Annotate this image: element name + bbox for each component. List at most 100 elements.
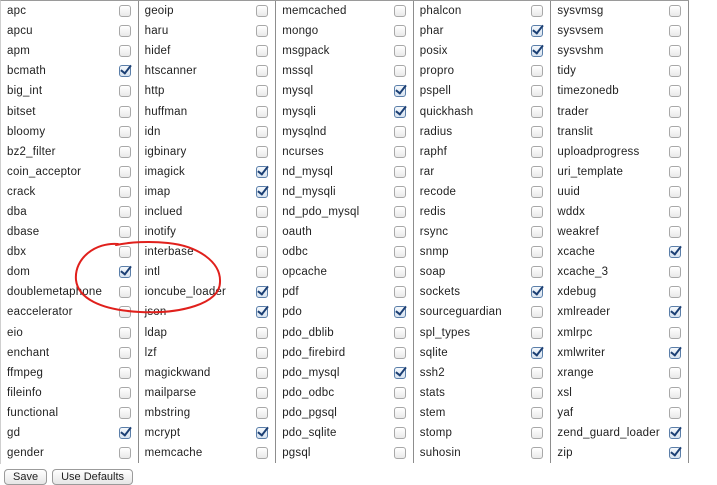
extension-checkbox-inclued[interactable] xyxy=(256,205,269,218)
extension-checkbox-interbase[interactable] xyxy=(256,246,269,259)
extension-checkbox-mailparse[interactable] xyxy=(256,386,269,399)
extension-checkbox-recode[interactable] xyxy=(531,185,544,198)
extension-checkbox-yaf[interactable] xyxy=(668,406,681,419)
extension-checkbox-mysql[interactable] xyxy=(393,85,406,98)
extension-checkbox-doublemetaphone[interactable] xyxy=(118,286,131,299)
extension-checkbox-sourceguardian[interactable] xyxy=(531,306,544,319)
extension-checkbox-dom[interactable] xyxy=(118,266,131,279)
extension-checkbox-dbase[interactable] xyxy=(118,226,131,239)
extension-checkbox-mcrypt[interactable] xyxy=(256,427,269,440)
extension-checkbox-imagick[interactable] xyxy=(256,165,269,178)
extension-checkbox-stats[interactable] xyxy=(531,386,544,399)
extension-checkbox-xcache[interactable] xyxy=(668,246,681,259)
extension-checkbox-coin_acceptor[interactable] xyxy=(118,165,131,178)
extension-checkbox-mongo[interactable] xyxy=(393,25,406,38)
extension-checkbox-redis[interactable] xyxy=(531,205,544,218)
extension-checkbox-phar[interactable] xyxy=(531,25,544,38)
extension-checkbox-sysvmsg[interactable] xyxy=(668,5,681,18)
extension-checkbox-xmlwriter[interactable] xyxy=(668,346,681,359)
extension-checkbox-big_int[interactable] xyxy=(118,85,131,98)
extension-checkbox-crack[interactable] xyxy=(118,185,131,198)
extension-checkbox-inotify[interactable] xyxy=(256,226,269,239)
extension-checkbox-gender[interactable] xyxy=(118,447,131,460)
extension-checkbox-oauth[interactable] xyxy=(393,226,406,239)
extension-checkbox-suhosin[interactable] xyxy=(531,447,544,460)
extension-checkbox-sqlite[interactable] xyxy=(531,346,544,359)
extension-checkbox-uri_template[interactable] xyxy=(668,165,681,178)
extension-checkbox-idn[interactable] xyxy=(256,125,269,138)
extension-checkbox-xrange[interactable] xyxy=(668,366,681,379)
extension-checkbox-magickwand[interactable] xyxy=(256,366,269,379)
extension-checkbox-tidy[interactable] xyxy=(668,65,681,78)
extension-checkbox-trader[interactable] xyxy=(668,105,681,118)
extension-checkbox-uuid[interactable] xyxy=(668,185,681,198)
extension-checkbox-ncurses[interactable] xyxy=(393,145,406,158)
extension-checkbox-bz2_filter[interactable] xyxy=(118,145,131,158)
extension-checkbox-pdo_firebird[interactable] xyxy=(393,346,406,359)
extension-checkbox-apc[interactable] xyxy=(118,5,131,18)
extension-checkbox-pdo[interactable] xyxy=(393,306,406,319)
extension-checkbox-memcached[interactable] xyxy=(393,5,406,18)
extension-checkbox-json[interactable] xyxy=(256,306,269,319)
extension-checkbox-pdo_pgsql[interactable] xyxy=(393,406,406,419)
extension-checkbox-http[interactable] xyxy=(256,85,269,98)
extension-checkbox-haru[interactable] xyxy=(256,25,269,38)
extension-checkbox-fileinfo[interactable] xyxy=(118,386,131,399)
extension-checkbox-xmlrpc[interactable] xyxy=(668,326,681,339)
extension-checkbox-functional[interactable] xyxy=(118,406,131,419)
extension-checkbox-soap[interactable] xyxy=(531,266,544,279)
extension-checkbox-ssh2[interactable] xyxy=(531,366,544,379)
extension-checkbox-phalcon[interactable] xyxy=(531,5,544,18)
extension-checkbox-rsync[interactable] xyxy=(531,226,544,239)
extension-checkbox-opcache[interactable] xyxy=(393,266,406,279)
extension-checkbox-rar[interactable] xyxy=(531,165,544,178)
extension-checkbox-mysqlnd[interactable] xyxy=(393,125,406,138)
extension-checkbox-apm[interactable] xyxy=(118,45,131,58)
extension-checkbox-nd_pdo_mysql[interactable] xyxy=(393,205,406,218)
extension-checkbox-propro[interactable] xyxy=(531,65,544,78)
extension-checkbox-uploadprogress[interactable] xyxy=(668,145,681,158)
extension-checkbox-stomp[interactable] xyxy=(531,427,544,440)
extension-checkbox-apcu[interactable] xyxy=(118,25,131,38)
extension-checkbox-zend_guard_loader[interactable] xyxy=(668,427,681,440)
extension-checkbox-bcmath[interactable] xyxy=(118,65,131,78)
extension-checkbox-dba[interactable] xyxy=(118,205,131,218)
extension-checkbox-pdo_dblib[interactable] xyxy=(393,326,406,339)
extension-checkbox-dbx[interactable] xyxy=(118,246,131,259)
extension-checkbox-raphf[interactable] xyxy=(531,145,544,158)
extension-checkbox-pgsql[interactable] xyxy=(393,447,406,460)
extension-checkbox-pdo_sqlite[interactable] xyxy=(393,427,406,440)
extension-checkbox-pdf[interactable] xyxy=(393,286,406,299)
extension-checkbox-memcache[interactable] xyxy=(256,447,269,460)
extension-checkbox-weakref[interactable] xyxy=(668,226,681,239)
use-defaults-button[interactable]: Use Defaults xyxy=(52,469,134,485)
extension-checkbox-wddx[interactable] xyxy=(668,205,681,218)
extension-checkbox-timezonedb[interactable] xyxy=(668,85,681,98)
extension-checkbox-eaccelerator[interactable] xyxy=(118,306,131,319)
extension-checkbox-bloomy[interactable] xyxy=(118,125,131,138)
extension-checkbox-snmp[interactable] xyxy=(531,246,544,259)
extension-checkbox-enchant[interactable] xyxy=(118,346,131,359)
extension-checkbox-nd_mysqli[interactable] xyxy=(393,185,406,198)
extension-checkbox-quickhash[interactable] xyxy=(531,105,544,118)
extension-checkbox-imap[interactable] xyxy=(256,185,269,198)
extension-checkbox-pspell[interactable] xyxy=(531,85,544,98)
extension-checkbox-huffman[interactable] xyxy=(256,105,269,118)
extension-checkbox-translit[interactable] xyxy=(668,125,681,138)
extension-checkbox-bitset[interactable] xyxy=(118,105,131,118)
extension-checkbox-pdo_odbc[interactable] xyxy=(393,386,406,399)
extension-checkbox-sysvshm[interactable] xyxy=(668,45,681,58)
extension-checkbox-odbc[interactable] xyxy=(393,246,406,259)
extension-checkbox-nd_mysql[interactable] xyxy=(393,165,406,178)
extension-checkbox-mbstring[interactable] xyxy=(256,406,269,419)
extension-checkbox-radius[interactable] xyxy=(531,125,544,138)
extension-checkbox-htscanner[interactable] xyxy=(256,65,269,78)
extension-checkbox-xdebug[interactable] xyxy=(668,286,681,299)
extension-checkbox-msgpack[interactable] xyxy=(393,45,406,58)
extension-checkbox-xcache_3[interactable] xyxy=(668,266,681,279)
extension-checkbox-lzf[interactable] xyxy=(256,346,269,359)
extension-checkbox-pdo_mysql[interactable] xyxy=(393,366,406,379)
extension-checkbox-sysvsem[interactable] xyxy=(668,25,681,38)
extension-checkbox-ldap[interactable] xyxy=(256,326,269,339)
extension-checkbox-spl_types[interactable] xyxy=(531,326,544,339)
